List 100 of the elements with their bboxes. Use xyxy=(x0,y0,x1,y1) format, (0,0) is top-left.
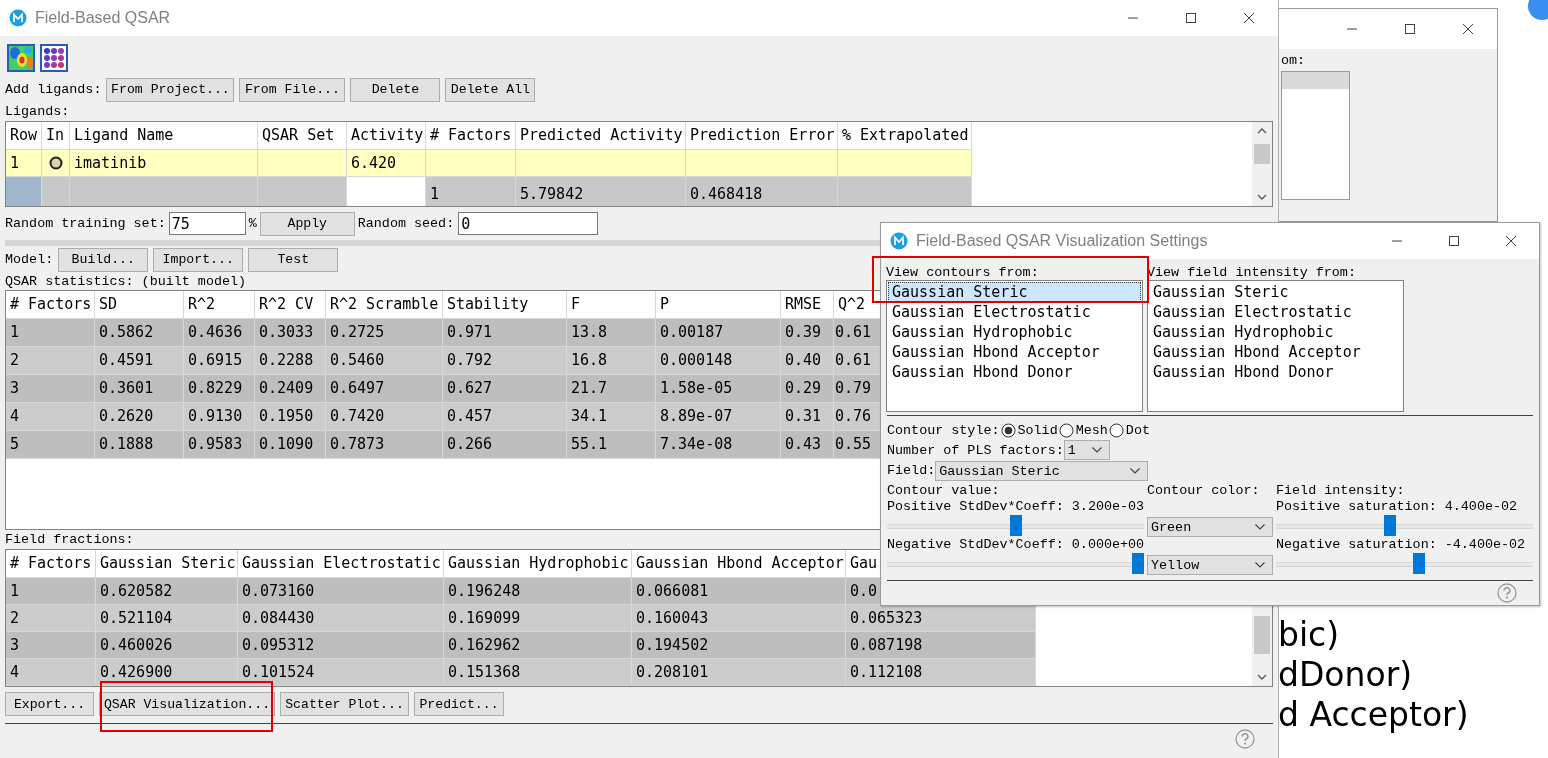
column-header[interactable]: % Extrapolated xyxy=(838,122,972,150)
button[interactable]: Test xyxy=(248,247,339,272)
list-item[interactable]: Gaussian Hydrophobic xyxy=(1149,322,1402,342)
dot-grid-icon[interactable] xyxy=(40,44,68,72)
close-icon[interactable] xyxy=(1462,23,1474,35)
table-cell: 0.521104 xyxy=(96,605,238,632)
slider-thumb[interactable] xyxy=(1413,553,1426,574)
table-cell: 0.208101 xyxy=(632,659,846,686)
list-item[interactable]: Gaussian Hbond Acceptor xyxy=(1149,342,1402,362)
column-header[interactable]: RMSE xyxy=(781,291,834,319)
button[interactable]: QSAR Visualization... xyxy=(99,692,275,716)
column-header[interactable]: F xyxy=(567,291,656,319)
table-cell: 1.58e-05 xyxy=(656,375,781,403)
button[interactable]: Delete All xyxy=(445,77,536,102)
button[interactable]: From File... xyxy=(239,77,346,102)
table-cell: 3 xyxy=(6,632,96,659)
column-header[interactable]: QSAR Set xyxy=(258,122,347,150)
slider-thumb[interactable] xyxy=(1009,515,1022,536)
slider-thumb[interactable] xyxy=(1132,553,1144,574)
button[interactable]: Export... xyxy=(5,692,94,716)
input-field[interactable]: 0 xyxy=(458,212,599,235)
input-field[interactable]: 75 xyxy=(168,212,246,235)
column-header[interactable]: SD xyxy=(95,291,184,319)
column-header[interactable]: In xyxy=(42,122,70,150)
label: Field: xyxy=(887,462,936,478)
scroll-up-icon[interactable] xyxy=(1256,127,1268,135)
column-header[interactable]: Activity xyxy=(347,122,426,150)
help-icon[interactable] xyxy=(1497,583,1517,603)
table-cell: 0.2409 xyxy=(255,375,326,403)
table-cell: 0.4636 xyxy=(184,319,255,347)
maximize-icon[interactable] xyxy=(1185,12,1197,24)
button[interactable]: Scatter Plot... xyxy=(280,692,409,716)
list-item[interactable]: Gaussian Electrostatic xyxy=(888,302,1141,322)
heatmap-icon[interactable] xyxy=(7,44,35,72)
table-cell: 0.1888 xyxy=(95,431,184,459)
included-icon[interactable] xyxy=(48,156,63,170)
column-header[interactable]: # Factors xyxy=(6,550,96,578)
scroll-down-icon[interactable] xyxy=(1256,673,1268,681)
column-header[interactable]: Stability xyxy=(443,291,567,319)
column-header[interactable]: Gaussian Steric xyxy=(96,550,238,578)
dropdown[interactable]: Gaussian Steric xyxy=(935,461,1149,481)
button[interactable]: From Project... xyxy=(106,77,235,102)
list-item[interactable]: Gaussian Hbond Donor xyxy=(1149,362,1402,382)
slider-thumb[interactable] xyxy=(1383,515,1396,536)
table-cell: 0.792 xyxy=(443,347,567,375)
list-item[interactable]: Gaussian Hbond Acceptor xyxy=(888,342,1141,362)
text: bic) xyxy=(1278,615,1341,655)
button[interactable]: Delete xyxy=(350,77,441,102)
column-header[interactable]: R^2 CV xyxy=(255,291,326,319)
list-item[interactable]: Gaussian Hydrophobic xyxy=(888,322,1141,342)
table-cell: 4 xyxy=(6,659,96,686)
dropdown[interactable]: 1 xyxy=(1063,440,1110,460)
scroll-down-icon[interactable] xyxy=(1256,193,1268,201)
maximize-icon[interactable] xyxy=(1447,235,1460,247)
column-header[interactable]: Gaussian Hydrophobic xyxy=(444,550,632,578)
radio-icon[interactable] xyxy=(1000,422,1016,438)
table-cell: 0.29 xyxy=(781,375,834,403)
window-title: Field-Based QSAR Visualization Settings xyxy=(916,232,1208,250)
close-icon[interactable] xyxy=(1504,235,1517,247)
column-header[interactable]: R^2 Scramble xyxy=(326,291,443,319)
button[interactable]: Predict... xyxy=(414,692,504,716)
table-cell: 0.40 xyxy=(781,347,834,375)
dropdown[interactable]: Green xyxy=(1147,517,1273,537)
column-header[interactable]: # Factors xyxy=(6,291,95,319)
scrollbar-thumb[interactable] xyxy=(1254,616,1270,654)
column-header[interactable]: Ligand Name xyxy=(70,122,258,150)
radio-icon[interactable] xyxy=(1108,422,1124,438)
column-header[interactable]: P xyxy=(656,291,781,319)
app-logo-icon xyxy=(890,232,908,250)
radio-icon[interactable] xyxy=(1058,422,1074,438)
label: View contours from: xyxy=(886,264,1040,280)
list-item[interactable]: Gaussian Electrostatic xyxy=(1149,302,1402,322)
help-icon[interactable] xyxy=(1235,729,1255,749)
column-header[interactable]: R^2 xyxy=(184,291,255,319)
radio-option[interactable]: Solid xyxy=(999,422,1058,438)
table-cell: 0.112108 xyxy=(846,659,1036,686)
button[interactable]: Build... xyxy=(58,247,149,272)
column-header[interactable]: Prediction Error xyxy=(686,122,838,150)
scrollbar-thumb[interactable] xyxy=(1254,144,1270,164)
column-header[interactable]: # Factors xyxy=(426,122,516,150)
list-item[interactable]: Gaussian Steric xyxy=(888,282,1141,302)
dropdown[interactable]: Yellow xyxy=(1147,555,1273,575)
list-item[interactable]: Gaussian Hbond Donor xyxy=(888,362,1141,382)
table-cell: 0.426900 xyxy=(96,659,238,686)
scrollbar[interactable] xyxy=(1252,122,1272,206)
column-header[interactable]: Gaussian Electrostatic xyxy=(238,550,444,578)
table-cell: 0.00187 xyxy=(656,319,781,347)
column-header[interactable]: Row xyxy=(6,122,42,150)
button[interactable]: Apply xyxy=(259,211,355,236)
table-cell: 0.1950 xyxy=(255,403,326,431)
button[interactable]: Import... xyxy=(153,247,244,272)
column-header[interactable]: Gaussian Hbond Acceptor xyxy=(632,550,846,578)
close-icon[interactable] xyxy=(1243,12,1255,24)
maximize-icon[interactable] xyxy=(1404,23,1416,35)
radio-option[interactable]: Dot xyxy=(1107,422,1150,438)
radio-option[interactable]: Mesh xyxy=(1057,422,1108,438)
table-cell: 16.8 xyxy=(567,347,656,375)
list-item[interactable]: Gaussian Steric xyxy=(1149,282,1402,302)
table-cell: 0.160043 xyxy=(632,605,846,632)
column-header[interactable]: Predicted Activity xyxy=(516,122,686,150)
